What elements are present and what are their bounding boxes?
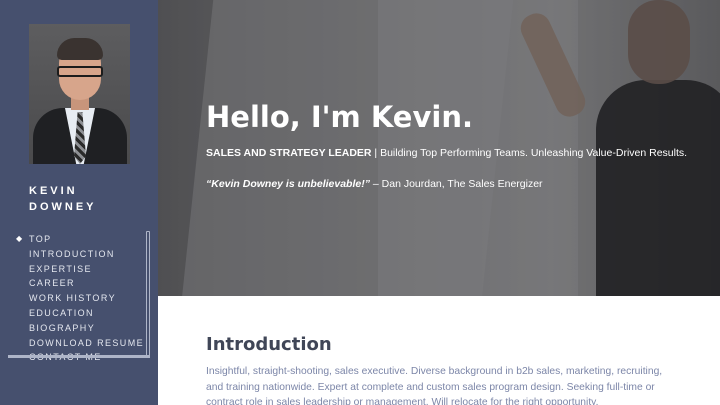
site-name[interactable]: KEVIN DOWNEY bbox=[29, 183, 139, 215]
hero-subtitle: SALES AND STRATEGY LEADER | Building Top… bbox=[206, 147, 687, 159]
nav-scrollbar[interactable] bbox=[146, 231, 150, 356]
nav-item-label: INTRODUCTION bbox=[29, 248, 115, 259]
nav-item-education[interactable]: EDUCATION bbox=[0, 306, 150, 321]
nav-item-label: TOP bbox=[29, 234, 52, 244]
section-nav: ◆ TOP INTRODUCTION EXPERTISE CAREER WORK… bbox=[0, 232, 150, 365]
nav-item-download-resume[interactable]: DOWNLOAD RESUME bbox=[0, 336, 150, 351]
nav-item-label: EXPERTISE bbox=[29, 263, 92, 274]
intro-body: Insightful, straight-shooting, sales exe… bbox=[206, 366, 663, 405]
testimonial-quote: “Kevin Downey is unbelievable!” bbox=[206, 178, 370, 190]
hero-title: Hello, I'm Kevin. bbox=[206, 100, 473, 134]
hero-section: Hello, I'm Kevin. SALES AND STRATEGY LEA… bbox=[158, 0, 720, 296]
testimonial-attribution: – Dan Jourdan, The Sales Energizer bbox=[369, 178, 543, 190]
nav-item-label: WORK HISTORY bbox=[29, 293, 116, 304]
nav-item-biography[interactable]: BIOGRAPHY bbox=[0, 321, 150, 336]
hero-tagline: Building Top Performing Teams. Unleashin… bbox=[380, 147, 688, 159]
nav-item-introduction[interactable]: INTRODUCTION bbox=[0, 247, 150, 262]
profile-photo bbox=[29, 24, 130, 164]
nav-scroll-divider bbox=[8, 355, 150, 358]
intro-heading: Introduction bbox=[206, 334, 332, 355]
nav-item-expertise[interactable]: EXPERTISE bbox=[0, 262, 150, 277]
name-last: DOWNEY bbox=[29, 201, 97, 213]
hero-testimonial: “Kevin Downey is unbelievable!” – Dan Jo… bbox=[206, 178, 543, 190]
name-first: KEVIN bbox=[29, 185, 78, 197]
nav-item-label: DOWNLOAD RESUME bbox=[29, 337, 145, 348]
nav-item-top[interactable]: ◆ TOP bbox=[0, 232, 150, 247]
nav-item-label: BIOGRAPHY bbox=[29, 322, 96, 333]
nav-item-label: CAREER bbox=[29, 278, 75, 289]
nav-item-career[interactable]: CAREER bbox=[0, 276, 150, 291]
active-diamond-icon: ◆ bbox=[16, 234, 24, 243]
nav-item-label: EDUCATION bbox=[29, 307, 94, 318]
sidebar: KEVIN DOWNEY ◆ TOP INTRODUCTION EXPERTIS… bbox=[0, 0, 158, 405]
nav-item-work-history[interactable]: WORK HISTORY bbox=[0, 291, 150, 306]
hero-role: SALES AND STRATEGY LEADER bbox=[206, 147, 372, 159]
hero-separator: | bbox=[371, 147, 381, 159]
